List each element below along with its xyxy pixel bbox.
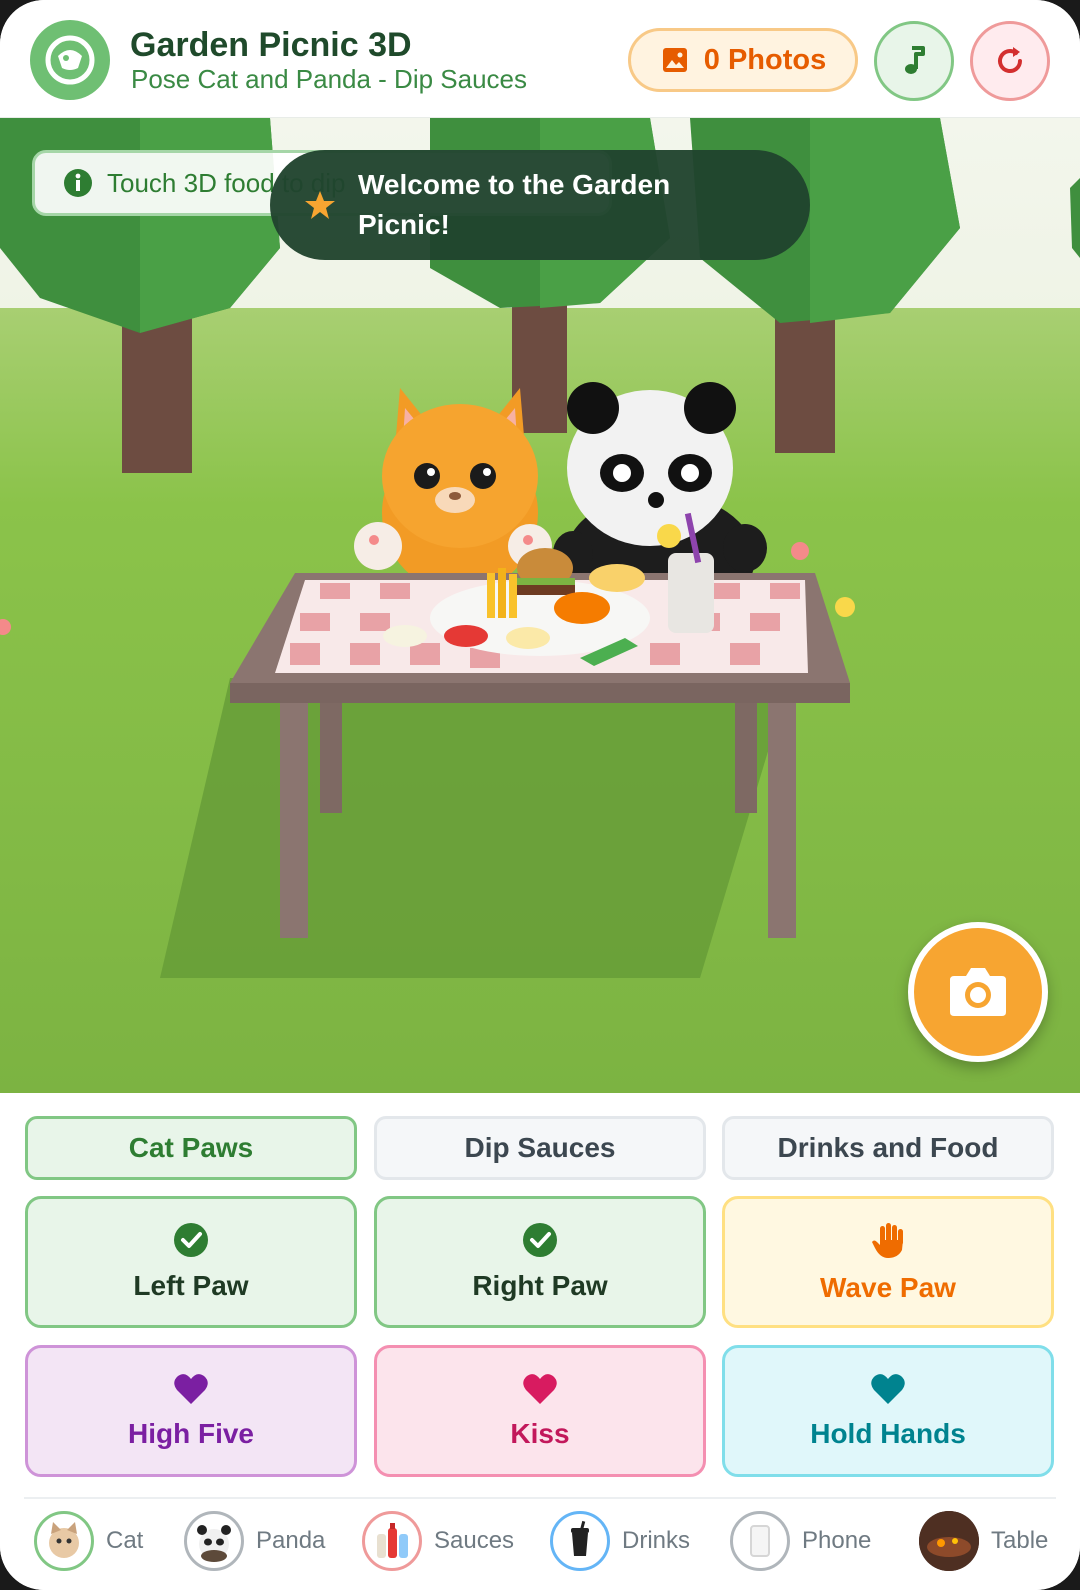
music-button[interactable] (874, 21, 954, 101)
app-subtitle: Pose Cat and Panda - Dip Sauces (131, 64, 528, 94)
wave-paw-label: Wave Paw (820, 1272, 956, 1303)
control-panel: Cat Paws Dip Sauces Drinks and Food Left… (0, 1093, 1080, 1590)
right-paw-button[interactable]: Right Paw (374, 1196, 706, 1328)
nav-item-drinks[interactable]: Drinks (550, 1509, 690, 1573)
star-icon (305, 191, 335, 219)
nav-item-cat[interactable]: Cat (34, 1509, 143, 1573)
tab-cat-paws[interactable]: Cat Paws (25, 1116, 357, 1180)
drink-cup-icon (550, 1511, 610, 1571)
take-photo-button[interactable] (908, 922, 1048, 1062)
right-paw-label: Right Paw (472, 1270, 608, 1301)
heart-icon (871, 1374, 905, 1404)
left-paw-button[interactable]: Left Paw (25, 1196, 357, 1328)
panda-thumbnail-icon (184, 1511, 244, 1571)
heart-icon (174, 1374, 208, 1404)
tab-drinks-and-food[interactable]: Drinks and Food (722, 1116, 1054, 1180)
high-five-button[interactable]: High Five (25, 1345, 357, 1477)
bottom-nav: Cat Panda Sauces Drinks Phone Table (24, 1497, 1056, 1590)
picnic-3d-scene[interactable] (0, 118, 1080, 1093)
toast-text: Welcome to the Garden Picnic! (358, 169, 671, 240)
nav-label-table: Table (991, 1527, 1049, 1554)
high-five-label: High Five (127, 1418, 254, 1449)
left-paw-label: Left Paw (133, 1270, 249, 1301)
picnic-logo-icon (45, 35, 95, 85)
nav-label-phone: Phone (802, 1527, 872, 1554)
check-circle-icon (523, 1223, 557, 1257)
nav-label-cat: Cat (106, 1527, 144, 1554)
nav-item-table[interactable]: Table (919, 1509, 1048, 1573)
app-window: Garden Picnic 3D Pose Cat and Panda - Di… (0, 0, 1080, 1590)
reset-button[interactable] (970, 21, 1050, 101)
hold-hands-button[interactable]: Hold Hands (722, 1345, 1054, 1477)
app-header: Garden Picnic 3D Pose Cat and Panda - Di… (0, 0, 1080, 118)
sauces-thumbnail-icon (362, 1511, 422, 1571)
app-logo (30, 20, 110, 100)
info-icon (64, 169, 92, 197)
nav-item-panda[interactable]: Panda (184, 1509, 325, 1573)
kiss-label: Kiss (510, 1418, 570, 1449)
cat-thumbnail-icon (34, 1511, 94, 1571)
nav-label-drinks: Drinks (622, 1527, 691, 1554)
phone-thumbnail-icon (730, 1511, 790, 1571)
photos-button[interactable]: 0 Photos (628, 28, 858, 92)
heart-icon (523, 1374, 557, 1404)
nav-label-sauces: Sauces (434, 1527, 515, 1554)
image-icon (662, 48, 687, 72)
music-note-icon (905, 46, 925, 74)
nav-label-panda: Panda (256, 1527, 326, 1554)
confetti-dot (835, 597, 855, 617)
welcome-toast: Welcome to the Garden Picnic! (270, 150, 810, 260)
refresh-icon (998, 47, 1022, 73)
photos-count-label: 0 Photos (703, 43, 827, 76)
kiss-button[interactable]: Kiss (374, 1345, 706, 1477)
nav-item-sauces[interactable]: Sauces (362, 1509, 514, 1573)
wave-paw-button[interactable]: Wave Paw (722, 1196, 1054, 1328)
nav-item-phone[interactable]: Phone (730, 1509, 871, 1573)
camera-icon (950, 968, 1006, 1016)
hold-hands-label: Hold Hands (810, 1418, 966, 1449)
confetti-dot (791, 542, 809, 560)
hand-icon (872, 1223, 903, 1258)
table-thumbnail-icon (919, 1511, 979, 1571)
app-title: Garden Picnic 3D (130, 26, 412, 64)
check-circle-icon (174, 1223, 208, 1257)
tab-dip-sauces[interactable]: Dip Sauces (374, 1116, 706, 1180)
